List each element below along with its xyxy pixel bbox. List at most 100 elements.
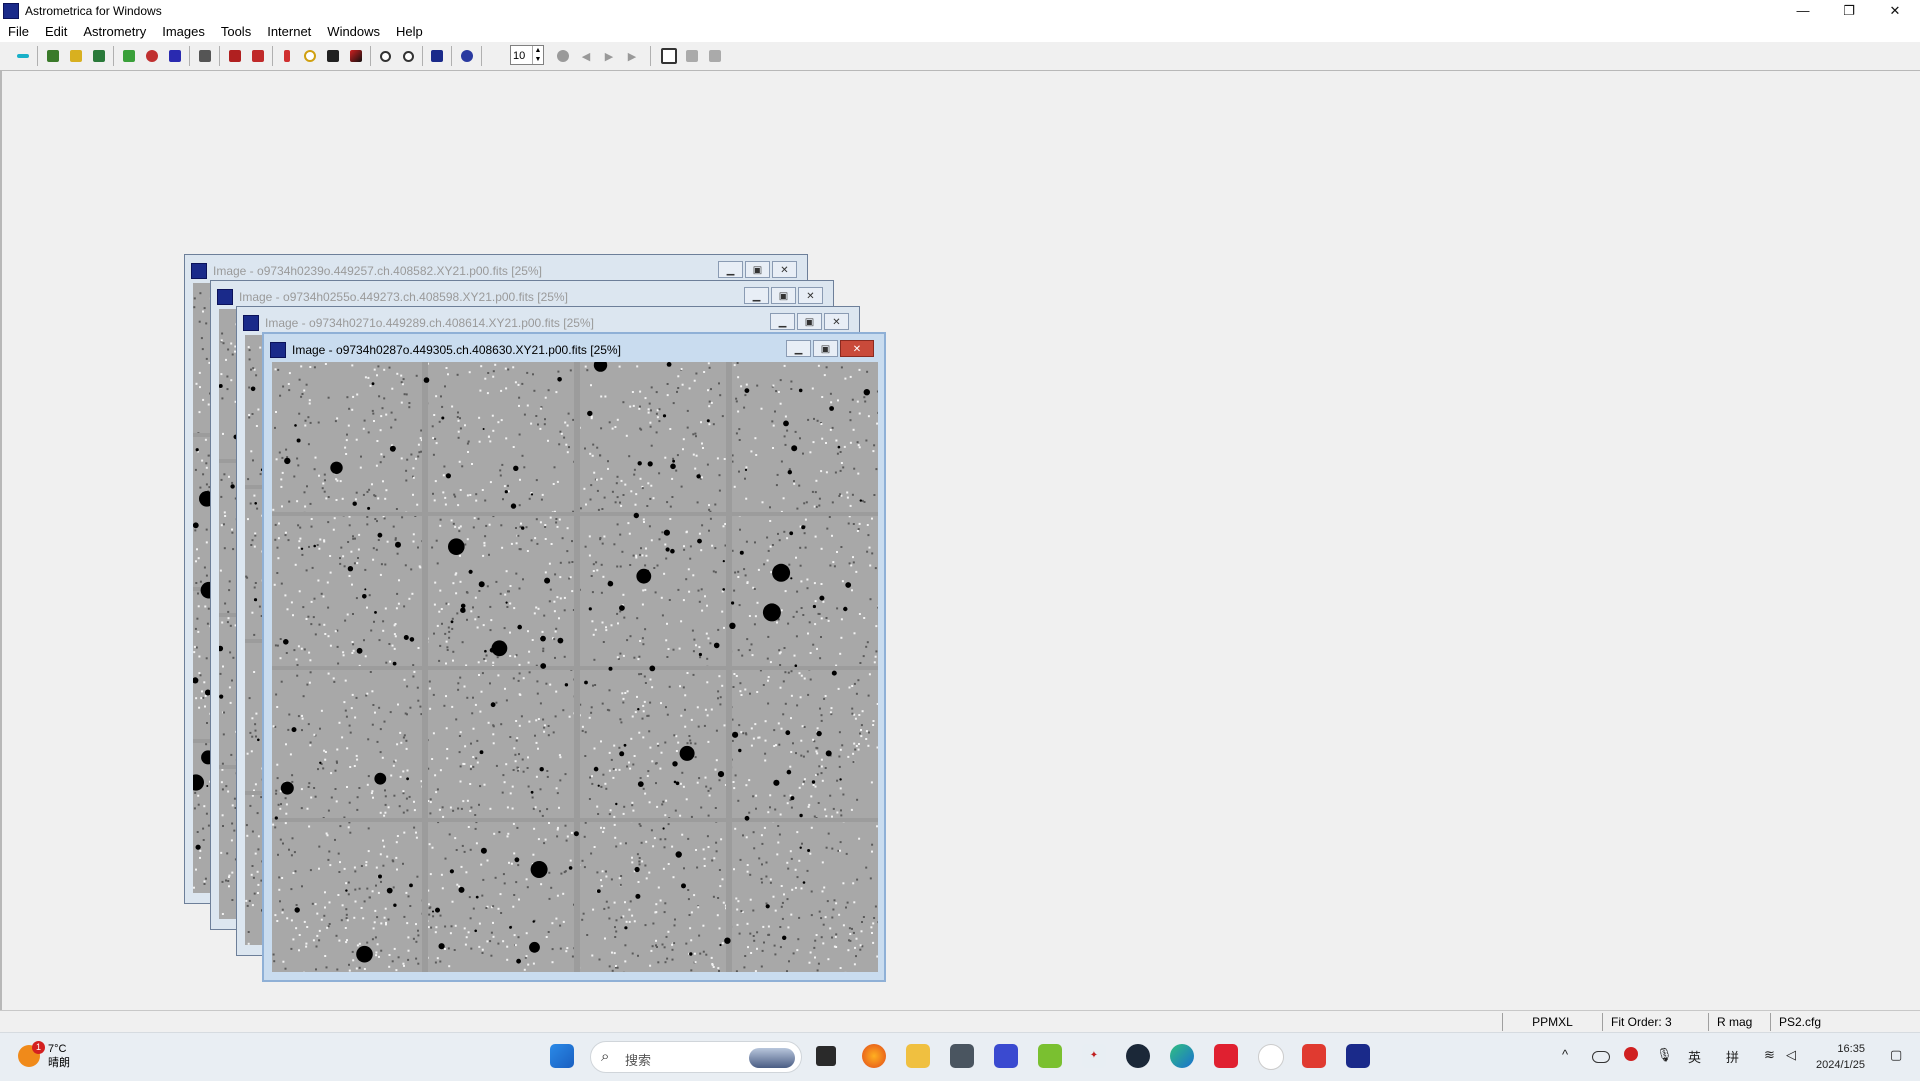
status-bar: PPMXL Fit Order: 3 R mag PS2.cfg bbox=[0, 1010, 1920, 1033]
wifi-icon[interactable]: ≋ bbox=[1764, 1047, 1775, 1063]
spinner-arrows[interactable]: ▲▼ bbox=[532, 46, 543, 64]
image-window-titlebar[interactable]: Image - o9734h0255o.449273.ch.408598.XY2… bbox=[217, 286, 827, 308]
arrow-icon[interactable] bbox=[14, 47, 32, 65]
image-window-titlebar[interactable]: Image - o9734h0287o.449305.ch.408630.XY2… bbox=[270, 339, 878, 361]
minimize-icon[interactable]: ▁ bbox=[744, 287, 769, 304]
wps-icon[interactable] bbox=[1302, 1044, 1326, 1068]
zoom-out-icon[interactable] bbox=[399, 47, 417, 65]
blink-icon[interactable] bbox=[196, 47, 214, 65]
restore-button[interactable]: ❐ bbox=[1826, 0, 1872, 22]
app-red-icon[interactable]: ✦ bbox=[1082, 1044, 1106, 1068]
search-icon: ⌕ bbox=[601, 1048, 609, 1065]
search-placeholder: 搜索 bbox=[625, 1050, 651, 1069]
list-icon[interactable] bbox=[683, 47, 701, 65]
volume-icon[interactable]: ◁ bbox=[1786, 1047, 1796, 1063]
close-icon[interactable]: ✕ bbox=[798, 287, 823, 304]
color-icon[interactable] bbox=[347, 47, 365, 65]
open-images-icon[interactable] bbox=[44, 47, 62, 65]
minimize-icon[interactable]: ▁ bbox=[786, 340, 811, 357]
track-icon[interactable] bbox=[324, 47, 342, 65]
play-icon[interactable]: ▶ bbox=[600, 47, 618, 65]
menu-help[interactable]: Help bbox=[388, 22, 431, 42]
toolbar bbox=[0, 42, 1920, 71]
search-box[interactable]: ⌕ 搜索 bbox=[590, 1041, 802, 1073]
netease-music-icon[interactable] bbox=[1214, 1044, 1238, 1068]
weather-desc: 晴朗 bbox=[48, 1056, 70, 1070]
antivirus-icon[interactable] bbox=[1624, 1047, 1638, 1061]
toolbar-separator bbox=[37, 46, 38, 66]
app-icon bbox=[3, 3, 19, 19]
notification-badge: 1 bbox=[32, 1041, 45, 1054]
unity-icon[interactable] bbox=[950, 1044, 974, 1068]
image-window-icon bbox=[270, 342, 286, 358]
tray-overflow-icon[interactable]: ^ bbox=[1562, 1047, 1568, 1062]
fits-image[interactable] bbox=[272, 362, 878, 972]
task-view-icon[interactable] bbox=[816, 1046, 836, 1066]
toolbar-separator bbox=[481, 46, 482, 66]
firefox-icon[interactable] bbox=[862, 1044, 886, 1068]
minimize-icon[interactable]: ▁ bbox=[770, 313, 795, 330]
clock-time: 16:35 bbox=[1816, 1041, 1865, 1057]
maximize-icon[interactable]: ▣ bbox=[771, 287, 796, 304]
input-language[interactable]: 英 bbox=[1688, 1047, 1701, 1066]
onedrive-icon[interactable] bbox=[1592, 1051, 1610, 1063]
menu-file[interactable]: File bbox=[0, 22, 37, 42]
open-more-icon[interactable] bbox=[67, 47, 85, 65]
maximize-icon[interactable]: ▣ bbox=[745, 261, 770, 278]
toolbar-separator bbox=[272, 46, 273, 66]
mark-icon[interactable] bbox=[278, 47, 296, 65]
weather-widget[interactable]: 1 7°C 晴朗 bbox=[18, 1042, 70, 1070]
dark-icon[interactable] bbox=[166, 47, 184, 65]
steam-icon[interactable] bbox=[1126, 1044, 1150, 1068]
catalog-panel: PPMXL bbox=[1502, 1013, 1602, 1031]
qq-icon[interactable] bbox=[1258, 1044, 1284, 1070]
file-explorer-icon[interactable] bbox=[906, 1044, 930, 1068]
data-reduction-icon[interactable] bbox=[120, 47, 138, 65]
close-button[interactable]: ✕ bbox=[1872, 0, 1918, 22]
view-icon[interactable] bbox=[660, 47, 678, 65]
close-icon[interactable]: ✕ bbox=[772, 261, 797, 278]
star-field bbox=[272, 362, 878, 972]
start-icon[interactable] bbox=[550, 1044, 574, 1068]
app-green-icon[interactable] bbox=[1038, 1044, 1062, 1068]
record-icon[interactable] bbox=[554, 47, 572, 65]
sun-icon: 1 bbox=[18, 1045, 40, 1067]
circle-icon[interactable] bbox=[301, 47, 319, 65]
catalog-icon[interactable] bbox=[226, 47, 244, 65]
vs-icon[interactable] bbox=[994, 1044, 1018, 1068]
menu-tools[interactable]: Tools bbox=[213, 22, 259, 42]
input-method[interactable]: 拼 bbox=[1726, 1047, 1739, 1066]
close-icon[interactable]: ✕ bbox=[840, 340, 874, 357]
grid-icon[interactable] bbox=[706, 47, 724, 65]
weather-temp: 7°C bbox=[48, 1042, 70, 1056]
menu-edit[interactable]: Edit bbox=[37, 22, 75, 42]
edge-icon[interactable] bbox=[1170, 1044, 1194, 1068]
remove-icon[interactable] bbox=[249, 47, 267, 65]
toolbar-separator bbox=[451, 46, 452, 66]
next-icon[interactable]: ▶ bbox=[623, 47, 641, 65]
image-window-titlebar[interactable]: Image - o9734h0271o.449289.ch.408614.XY2… bbox=[243, 312, 853, 334]
blink-interval-spinner[interactable]: 10 ▲▼ bbox=[510, 45, 544, 65]
menu-astrometry[interactable]: Astrometry bbox=[75, 22, 154, 42]
prev-icon[interactable]: ◀ bbox=[577, 47, 595, 65]
zoom-in-icon[interactable] bbox=[376, 47, 394, 65]
microphone-icon[interactable]: 🎙 bbox=[1656, 1047, 1673, 1063]
sky-icon[interactable] bbox=[458, 47, 476, 65]
save-icon[interactable] bbox=[90, 47, 108, 65]
image-window-titlebar[interactable]: Image - o9734h0239o.449257.ch.408582.XY2… bbox=[191, 260, 801, 282]
notifications-icon[interactable]: ▢ bbox=[1890, 1047, 1902, 1063]
image-window-0287[interactable]: Image - o9734h0287o.449305.ch.408630.XY2… bbox=[262, 332, 886, 982]
maximize-icon[interactable]: ▣ bbox=[813, 340, 838, 357]
minimize-button[interactable]: — bbox=[1780, 0, 1826, 22]
close-icon[interactable]: ✕ bbox=[824, 313, 849, 330]
menu-images[interactable]: Images bbox=[154, 22, 213, 42]
menu-internet[interactable]: Internet bbox=[259, 22, 319, 42]
clock[interactable]: 16:35 2024/1/25 bbox=[1816, 1041, 1865, 1073]
flat-icon[interactable] bbox=[143, 47, 161, 65]
astrometrica-taskbar-icon[interactable] bbox=[1346, 1044, 1370, 1068]
minimize-icon[interactable]: ▁ bbox=[718, 261, 743, 278]
maximize-icon[interactable]: ▣ bbox=[797, 313, 822, 330]
menu-windows[interactable]: Windows bbox=[319, 22, 388, 42]
image-window-icon bbox=[191, 263, 207, 279]
settings-icon[interactable] bbox=[428, 47, 446, 65]
